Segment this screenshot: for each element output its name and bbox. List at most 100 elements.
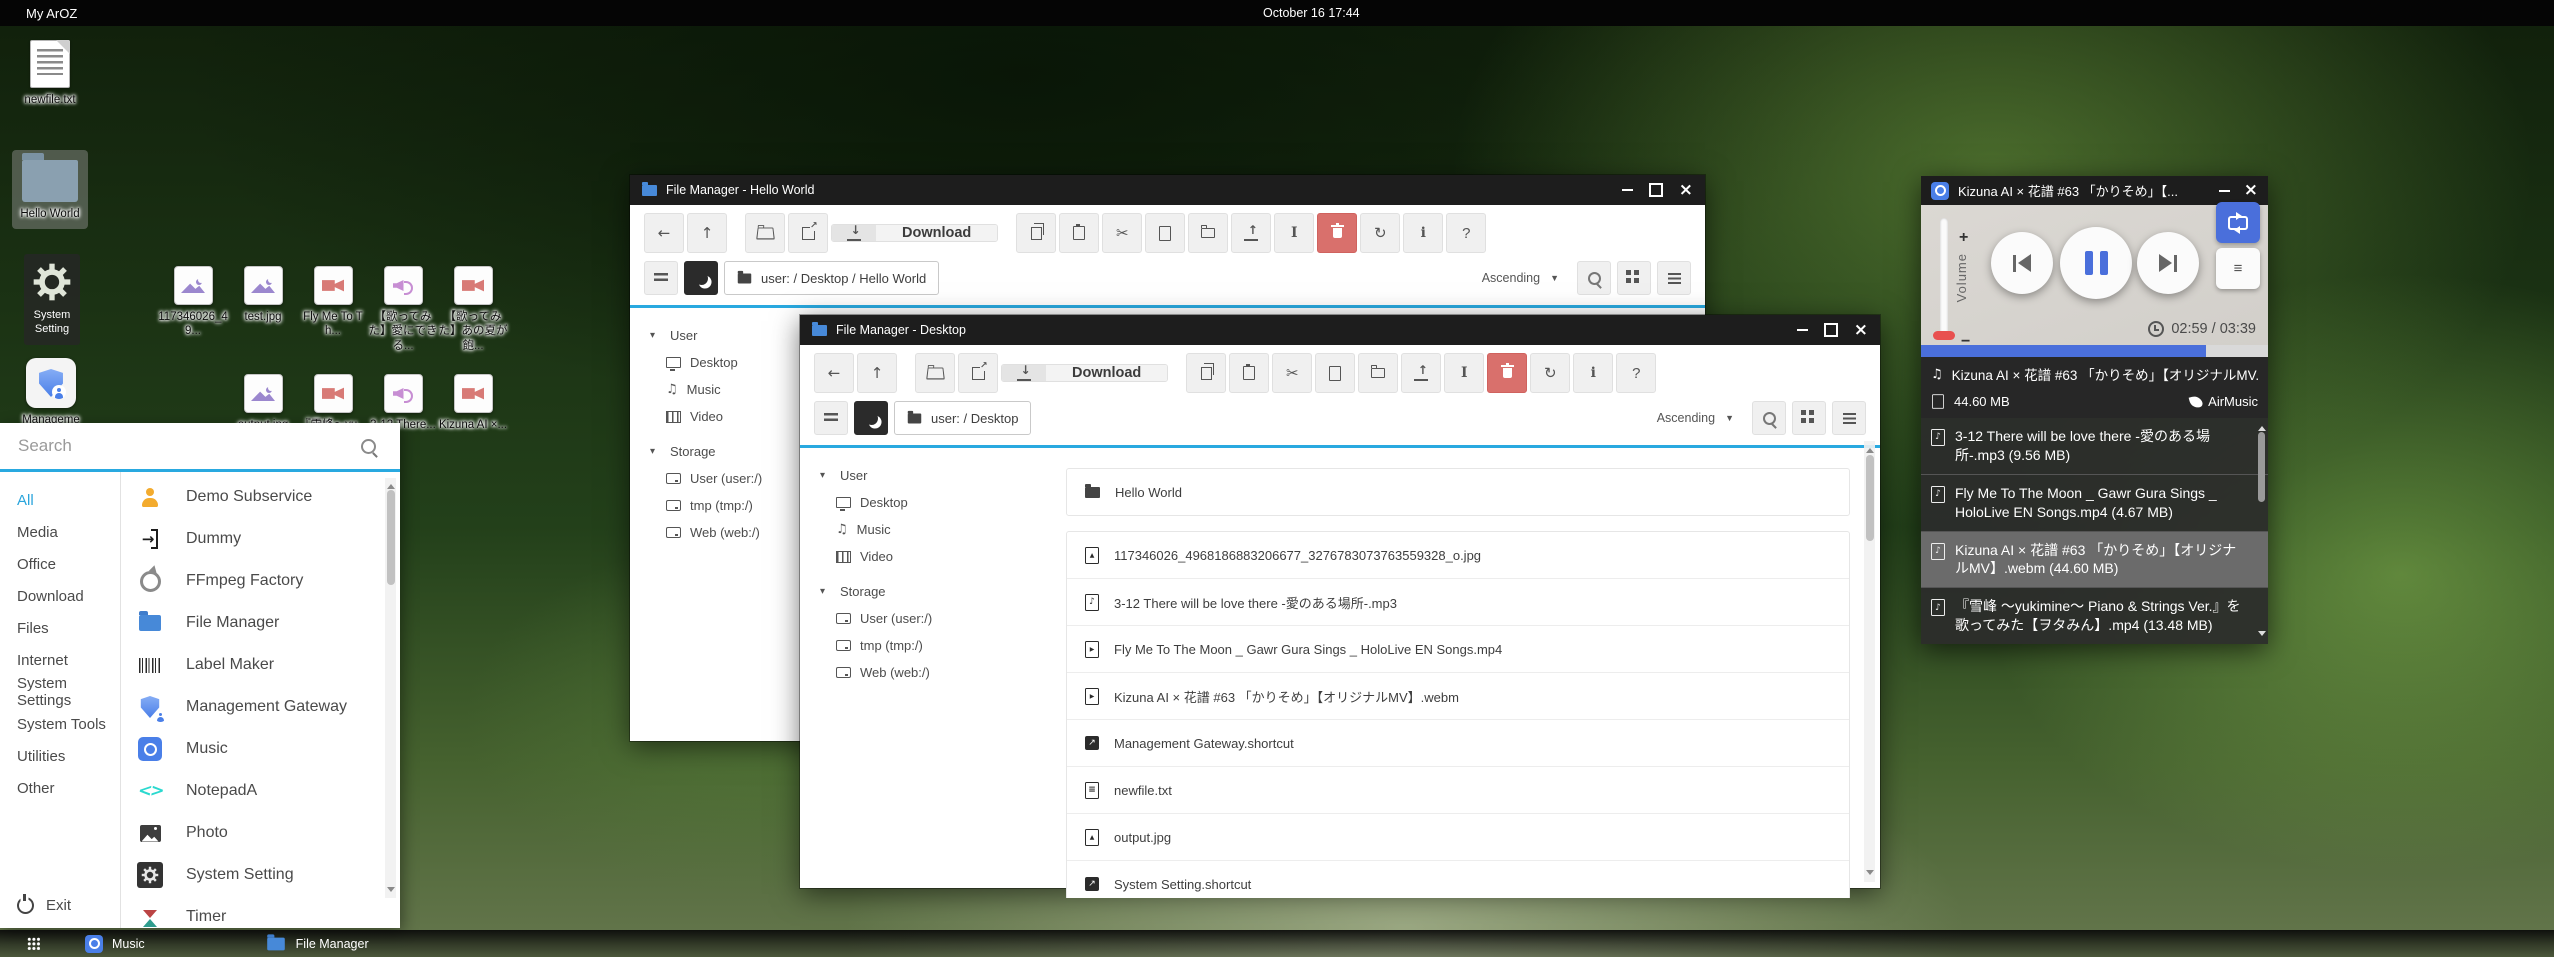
pause-button[interactable]	[2060, 227, 2132, 299]
list-view-button[interactable]	[1657, 261, 1691, 295]
playlist-item[interactable]: 『雪峰 ～yukimine～ Piano & Strings Ver.』を歌って…	[1921, 588, 2268, 644]
tree-item-desktop[interactable]: Desktop	[650, 349, 800, 376]
file-row[interactable]: Hello World	[1067, 469, 1849, 515]
file-row[interactable]: newfile.txt	[1067, 766, 1849, 813]
cut-button[interactable]: ✂	[1272, 353, 1312, 393]
paste-button[interactable]	[1229, 353, 1269, 393]
grid-view-button[interactable]	[1792, 401, 1826, 435]
volume-down-button[interactable]: −	[1961, 333, 1970, 351]
previous-button[interactable]	[1991, 232, 2053, 294]
dark-mode-button[interactable]	[854, 401, 888, 435]
title-bar[interactable]: File Manager - Hello World ×	[630, 175, 1705, 205]
back-button[interactable]: ←	[644, 213, 684, 253]
search-button[interactable]	[1752, 401, 1786, 435]
desktop-icon-newfile[interactable]: newfile.txt	[12, 40, 88, 107]
tree-item-drive-user[interactable]: User (user:/)	[820, 605, 1050, 632]
exit-button[interactable]: Exit	[17, 897, 71, 914]
new-folder-button[interactable]	[1358, 353, 1398, 393]
grid-view-button[interactable]	[1617, 261, 1651, 295]
playlist-item[interactable]: 3-12 There will be love there -愛のある場所-.m…	[1921, 418, 2268, 475]
category-utilities[interactable]: Utilities	[0, 740, 120, 772]
category-media[interactable]: Media	[0, 516, 120, 548]
playlist-item[interactable]: Fly Me To The Moon _ Gawr Gura Sings _ H…	[1921, 475, 2268, 532]
app-item-dummy[interactable]: →Dummy	[121, 518, 400, 560]
open-button[interactable]	[915, 353, 955, 393]
app-item-ffmpeg-factory[interactable]: FFmpeg Factory	[121, 560, 400, 602]
tree-item-drive-user[interactable]: User (user:/)	[650, 465, 800, 492]
desktop-icon-hello-world[interactable]: Hello World	[12, 150, 88, 229]
rename-button[interactable]: I	[1274, 213, 1314, 253]
minimize-button[interactable]	[2219, 190, 2230, 192]
menu-button[interactable]	[814, 401, 848, 435]
upload-button[interactable]	[1231, 213, 1271, 253]
category-system-tools[interactable]: System Tools	[0, 708, 120, 740]
download-button[interactable]: Download	[1001, 364, 1168, 382]
desktop-icon-file[interactable]: Fly Me To Th...	[297, 266, 369, 339]
app-launcher-button[interactable]	[27, 937, 40, 950]
tree-item-video[interactable]: Video	[650, 403, 800, 430]
tree-item-video[interactable]: Video	[820, 543, 1050, 570]
app-item-photo[interactable]: Photo	[121, 812, 400, 854]
tree-node-storage[interactable]: ▾Storage	[650, 438, 800, 465]
playlist-item-selected[interactable]: Kizuna AI × 花譜 #63 「かりそめ」【オリジナルMV】.webm …	[1921, 532, 2268, 589]
file-row[interactable]: 117346026_4968186883206677_3276783073763…	[1067, 532, 1849, 578]
volume-slider[interactable]	[1940, 218, 1948, 338]
scrollbar-thumb[interactable]	[387, 490, 395, 585]
category-all[interactable]: All	[0, 484, 120, 516]
open-in-new-button[interactable]	[788, 213, 828, 253]
file-row[interactable]: output.jpg	[1067, 813, 1849, 860]
category-files[interactable]: Files	[0, 612, 120, 644]
desktop-icon-file[interactable]: 【歌ってみた】愛にできる...	[367, 266, 439, 353]
title-bar[interactable]: Kizuna AI × 花譜 #63 「かりそめ」【... ×	[1921, 176, 2268, 205]
desktop-icon-system-setting[interactable]: System Setting	[24, 254, 80, 345]
tree-item-drive-web[interactable]: Web (web:/)	[820, 659, 1050, 686]
taskbar-item-music[interactable]: Music	[85, 935, 145, 953]
scroll-down-icon[interactable]	[2258, 631, 2266, 640]
desktop-icon-file[interactable]: 117346026_49...	[157, 266, 229, 339]
tree-item-drive-tmp[interactable]: tmp (tmp:/)	[650, 492, 800, 519]
sort-dropdown[interactable]: Ascending ▼	[1645, 401, 1746, 435]
back-button[interactable]: ←	[814, 353, 854, 393]
search-button[interactable]	[1577, 261, 1611, 295]
copy-button[interactable]	[1186, 353, 1226, 393]
scrollbar-thumb[interactable]	[1866, 455, 1874, 541]
download-button[interactable]: Download	[831, 224, 998, 242]
scrollbar-thumb[interactable]	[2258, 432, 2265, 502]
file-row[interactable]: System Setting.shortcut	[1067, 860, 1849, 898]
volume-up-button[interactable]: +	[1959, 229, 1968, 247]
delete-button[interactable]	[1487, 353, 1527, 393]
category-office[interactable]: Office	[0, 548, 120, 580]
taskbar-item-file-manager[interactable]: File Manager	[265, 936, 369, 952]
close-button[interactable]: ×	[1679, 182, 1693, 199]
refresh-button[interactable]: ↻	[1530, 353, 1570, 393]
desktop-icon-file[interactable]: Kizuna AI ×...	[437, 374, 509, 432]
progress-bar[interactable]	[1921, 345, 2268, 357]
scrollbar[interactable]	[1864, 441, 1875, 882]
copy-button[interactable]	[1016, 213, 1056, 253]
list-view-button[interactable]	[1832, 401, 1866, 435]
app-item-timer[interactable]: Timer	[121, 896, 400, 928]
upload-button[interactable]	[1401, 353, 1441, 393]
start-menu-search[interactable]	[0, 423, 400, 472]
system-brand[interactable]: My ArOZ	[26, 6, 77, 21]
category-other[interactable]: Other	[0, 772, 120, 804]
up-button[interactable]: ↑	[857, 353, 897, 393]
app-item-notepada[interactable]: NotepadA	[121, 770, 400, 812]
refresh-button[interactable]: ↻	[1360, 213, 1400, 253]
breadcrumb[interactable]: user: / Desktop / Hello World	[724, 261, 939, 295]
tree-node-storage[interactable]: ▾Storage	[820, 578, 1050, 605]
app-item-system-setting[interactable]: System Setting	[121, 854, 400, 896]
app-item-label-maker[interactable]: Label Maker	[121, 644, 400, 686]
file-row[interactable]: 3-12 There will be love there -愛のある場所-.m…	[1067, 578, 1849, 625]
maximize-button[interactable]	[1824, 323, 1838, 337]
close-button[interactable]: ×	[1854, 322, 1868, 339]
help-button[interactable]: ?	[1616, 353, 1656, 393]
cut-button[interactable]: ✂	[1102, 213, 1142, 253]
playlist-scrollbar[interactable]	[2256, 420, 2266, 642]
minimize-button[interactable]	[1797, 329, 1808, 331]
app-item-music[interactable]: Music	[121, 728, 400, 770]
file-row[interactable]: Kizuna AI × 花譜 #63 「かりそめ」【オリジナルMV】.webm	[1067, 672, 1849, 719]
airmusic-badge[interactable]: AirMusic	[2190, 394, 2258, 409]
tree-item-music[interactable]: ♫Music	[820, 516, 1050, 543]
rename-button[interactable]: I	[1444, 353, 1484, 393]
